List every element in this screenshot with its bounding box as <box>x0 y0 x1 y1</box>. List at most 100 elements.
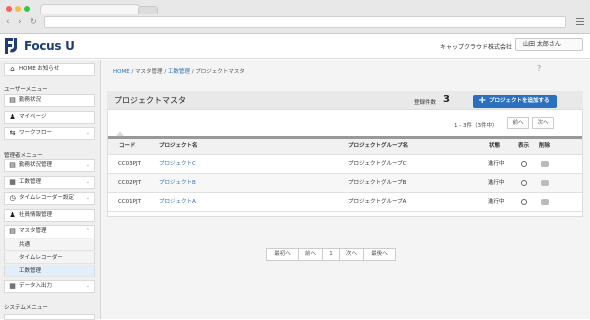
sidebar-item-label: マイページ <box>19 114 47 120</box>
person-icon: ♟ <box>9 113 16 121</box>
next-page-button[interactable]: 次へ <box>532 117 554 129</box>
system-menu-heading: システムメニュー <box>4 305 48 311</box>
sidebar-item-mypage[interactable]: ♟ マイページ <box>4 111 95 124</box>
document-icon: ▦ <box>9 178 16 186</box>
breadcrumb-separator: / <box>164 69 167 75</box>
help-icon[interactable]: ? <box>537 64 541 73</box>
breadcrumb-kousu[interactable]: 工数管理 <box>168 69 190 75</box>
brand-name: Focus U <box>24 39 75 53</box>
table-row: CC03PJT プロジェクトC プロジェクトグループC 進行中 <box>108 155 582 174</box>
pager-next-button[interactable]: 次へ <box>339 248 364 261</box>
pager-first-button[interactable]: 最初へ <box>266 248 299 261</box>
home-icon: ⌂ <box>10 65 15 73</box>
sidebar-item-system[interactable] <box>4 314 95 320</box>
chevron-down-icon: ⌄ <box>85 179 90 185</box>
maximize-window-icon[interactable] <box>24 6 30 12</box>
reload-icon[interactable]: ↻ <box>30 17 37 27</box>
user-menu-dropdown[interactable]: 山田 太郎さん <box>515 38 583 51</box>
list-icon: ▤ <box>9 96 16 104</box>
add-project-button[interactable]: + プロジェクトを追加する <box>473 95 557 108</box>
row-project-link[interactable]: プロジェクトB <box>159 174 196 193</box>
row-project-link[interactable]: プロジェクトC <box>159 155 196 174</box>
add-project-label: プロジェクトを追加する <box>489 98 550 104</box>
row-code: CC03PJT <box>118 161 141 167</box>
registered-count-label: 登録件数 <box>414 100 437 106</box>
pager-last-button[interactable]: 最後へ <box>363 248 396 261</box>
prev-page-button[interactable]: 前へ <box>507 117 529 129</box>
sidebar-subitem-kousu[interactable]: 工数管理 <box>4 265 95 277</box>
sidebar-item-label: マスタ管理 <box>19 228 47 234</box>
close-window-icon[interactable] <box>6 6 12 12</box>
col-name: プロジェクト名 <box>159 143 198 149</box>
sidebar-item-attendance-admin[interactable]: ▤ 勤務状況管理 ⌄ <box>4 159 95 172</box>
browser-chrome: ‹ › ↻ <box>0 0 590 34</box>
new-tab-button[interactable] <box>138 6 158 14</box>
breadcrumb-separator: / <box>131 69 134 75</box>
back-icon[interactable]: ‹ <box>6 17 10 27</box>
col-group: プロジェクトグループ名 <box>348 143 409 149</box>
sidebar-item-workflow[interactable]: ⇆ ワークフロー ⌄ <box>4 127 95 140</box>
sidebar-item-master[interactable]: ▤ マスタ管理 ⌃ <box>4 225 95 238</box>
sidebar-item-label: データ入出力 <box>19 283 53 289</box>
forward-icon[interactable]: › <box>18 17 22 27</box>
user-name: 山田 太郎さん <box>523 41 561 48</box>
sidebar-item-label: HOME お知らせ <box>19 66 60 72</box>
list-icon: ▤ <box>9 161 16 169</box>
sidebar-item-label: タイムレコーダー設定 <box>19 195 74 201</box>
delete-icon[interactable] <box>541 161 549 167</box>
col-show: 表示 <box>518 143 530 149</box>
clock-icon: ◷ <box>9 194 16 202</box>
delete-icon[interactable] <box>541 199 549 205</box>
breadcrumb-home[interactable]: HOME <box>113 69 130 75</box>
workflow-icon: ⇆ <box>9 129 16 137</box>
show-radio[interactable] <box>521 199 527 205</box>
breadcrumb: HOME / マスタ管理 / 工数管理 / プロジェクトマスタ <box>113 67 245 75</box>
table-header: コード プロジェクト名 プロジェクトグループ名 状態 表示 削除 <box>108 136 582 155</box>
sidebar-item-employees[interactable]: ♟ 社員情報管理 <box>4 209 95 222</box>
company-name: キャップクラウド株式会社 <box>440 44 513 51</box>
breadcrumb-current: プロジェクトマスタ <box>195 69 245 75</box>
delete-icon[interactable] <box>541 180 549 186</box>
sidebar-item-kousu[interactable]: ▦ 工数管理 ⌄ <box>4 176 95 189</box>
sidebar-item-timerecorder[interactable]: ◷ タイムレコーダー設定 ⌄ <box>4 192 95 205</box>
minimize-window-icon[interactable] <box>15 6 21 12</box>
address-bar[interactable] <box>44 16 566 28</box>
chevron-down-icon: ⌄ <box>85 162 90 168</box>
col-status: 状態 <box>489 143 501 149</box>
breadcrumb-master: マスタ管理 <box>135 69 163 75</box>
show-radio[interactable] <box>521 180 527 186</box>
sidebar-item-label: ワークフロー <box>19 130 53 136</box>
pager-current-page: 1 <box>322 248 340 261</box>
chevron-down-icon: ⌄ <box>85 283 90 289</box>
sidebar-subitem-timerecorder[interactable]: タイムレコーダー <box>4 252 95 264</box>
chevron-up-icon: ⌃ <box>85 228 90 234</box>
row-project-link[interactable]: プロジェクトA <box>159 193 196 212</box>
pager-prev-button[interactable]: 前へ <box>298 248 323 261</box>
chevron-down-icon: ⌄ <box>85 130 90 136</box>
sidebar-item-attendance[interactable]: ▤ 勤務状況 <box>4 94 95 107</box>
browser-tab[interactable] <box>40 4 140 14</box>
table-row: CC02PJT プロジェクトB プロジェクトグループB 進行中 <box>108 174 582 193</box>
breadcrumb-separator: / <box>191 69 194 75</box>
sidebar-item-home[interactable]: ⌂ HOME お知らせ <box>4 63 95 76</box>
plus-icon: + <box>478 95 487 106</box>
sidebar-item-label: 工数管理 <box>19 179 42 185</box>
table-row: CC01PJT プロジェクトA プロジェクトグループA 進行中 <box>108 193 582 212</box>
col-code: コード <box>119 143 136 149</box>
document-icon: ▦ <box>9 282 16 290</box>
row-group: プロジェクトグループB <box>348 180 407 186</box>
person-icon: ♟ <box>9 211 16 219</box>
row-status: 進行中 <box>488 161 505 167</box>
sidebar-item-data-io[interactable]: ▦ データ入出力 ⌄ <box>4 280 95 293</box>
col-delete: 削除 <box>539 143 551 149</box>
user-menu-heading: ユーザーメニュー <box>4 87 48 93</box>
chevron-down-icon: ⌄ <box>85 195 90 201</box>
sidebar-item-label: 勤務状況管理 <box>19 162 53 168</box>
show-radio[interactable] <box>521 161 527 167</box>
row-group: プロジェクトグループC <box>348 161 407 167</box>
sidebar-item-label: 勤務状況 <box>19 97 42 103</box>
sidebar-subitem-common[interactable]: 共通 <box>4 239 95 251</box>
row-status: 進行中 <box>488 199 505 205</box>
browser-menu-icon[interactable] <box>576 17 584 25</box>
row-status: 進行中 <box>488 180 505 186</box>
